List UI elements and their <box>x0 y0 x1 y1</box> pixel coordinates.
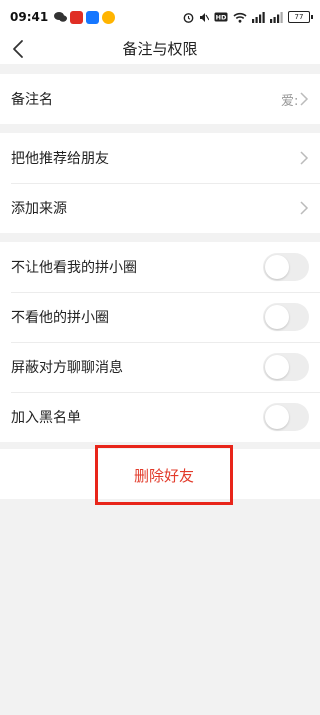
toggle-knob <box>265 255 289 279</box>
privacy-label: 不看他的拼小圈 <box>11 310 109 326</box>
status-bar: 09:41 HD 77 <box>0 0 320 34</box>
remark-name-value: 爱: <box>281 93 299 109</box>
toggle-knob <box>265 405 289 429</box>
delete-friend-button[interactable]: 删除好友 <box>95 445 233 505</box>
privacy-label: 加入黑名单 <box>11 410 81 426</box>
remark-name-row[interactable]: 备注名 爱: <box>0 74 320 124</box>
remark-name-label: 备注名 <box>11 92 53 108</box>
taobao-icon <box>102 10 116 24</box>
chevron-right-icon <box>300 201 309 215</box>
alipay-icon <box>86 10 100 24</box>
chevron-right-icon <box>300 92 309 106</box>
privacy-label: 屏蔽对方聊聊消息 <box>11 360 123 376</box>
chevron-right-icon <box>300 151 309 165</box>
hide-my-circle-toggle[interactable] <box>263 253 309 281</box>
page-title: 备注与权限 <box>122 40 198 58</box>
wifi-icon <box>233 12 247 23</box>
remark-section: 备注名 爱: <box>0 74 320 124</box>
recommend-to-friends-label: 把他推荐给朋友 <box>11 151 109 167</box>
privacy-section: 不让他看我的拼小圈 不看他的拼小圈 屏蔽对方聊聊消息 加入黑名单 <box>0 242 320 442</box>
friend-section: 把他推荐给朋友 添加来源 <box>0 133 320 233</box>
navigation-bar: 备注与权限 <box>0 34 320 64</box>
add-source-label: 添加来源 <box>11 201 67 217</box>
signal-icon <box>252 11 265 23</box>
recommend-to-friends-row[interactable]: 把他推荐给朋友 <box>0 133 320 183</box>
toggle-knob <box>265 305 289 329</box>
privacy-row-blacklist: 加入黑名单 <box>0 392 320 442</box>
notification-icons <box>54 10 116 24</box>
svg-text:HD: HD <box>216 14 227 22</box>
wechat-icon <box>54 12 68 22</box>
alarm-icon <box>183 12 194 23</box>
block-messages-toggle[interactable] <box>263 353 309 381</box>
system-status-icons: HD 77 <box>183 11 313 23</box>
toggle-knob <box>265 355 289 379</box>
privacy-row-block-messages: 屏蔽对方聊聊消息 <box>0 342 320 392</box>
hd-icon: HD <box>214 12 228 22</box>
battery-icon: 77 <box>288 11 313 23</box>
pdd-icon <box>70 10 84 24</box>
mute-icon <box>200 12 209 22</box>
hide-his-circle-toggle[interactable] <box>263 303 309 331</box>
signal-icon-2 <box>270 11 283 23</box>
status-time: 09:41 <box>10 10 49 24</box>
privacy-label: 不让他看我的拼小圈 <box>11 260 137 276</box>
privacy-row-hide-his-circle: 不看他的拼小圈 <box>0 292 320 342</box>
privacy-row-hide-my-circle: 不让他看我的拼小圈 <box>0 242 320 292</box>
delete-section: 删除好友 <box>0 445 320 505</box>
blacklist-toggle[interactable] <box>263 403 309 431</box>
add-source-row[interactable]: 添加来源 <box>0 183 320 233</box>
